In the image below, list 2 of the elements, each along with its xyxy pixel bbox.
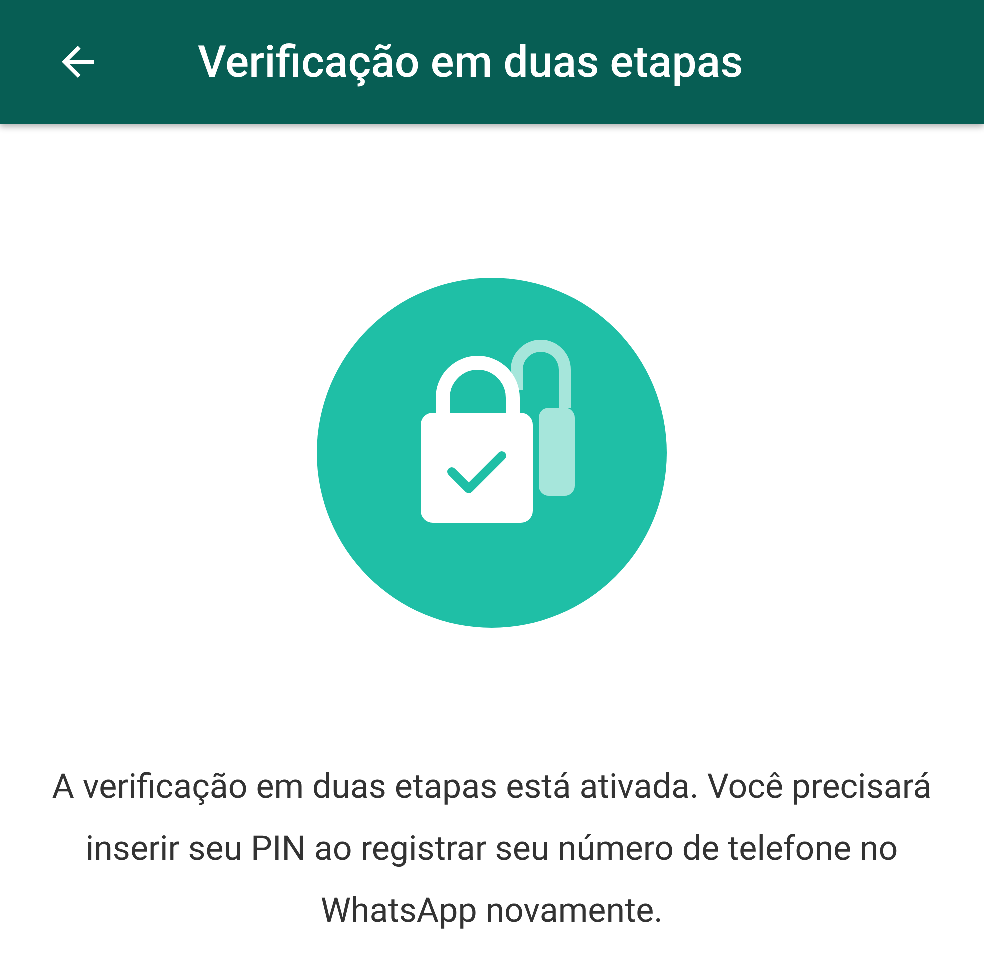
status-message: A verificação em duas etapas está ativada. Você precisará inserir seu PIN ao registrar seu número de telefone no WhatsApp novamente. [51,766,933,933]
lock-check-icon [317,278,667,628]
